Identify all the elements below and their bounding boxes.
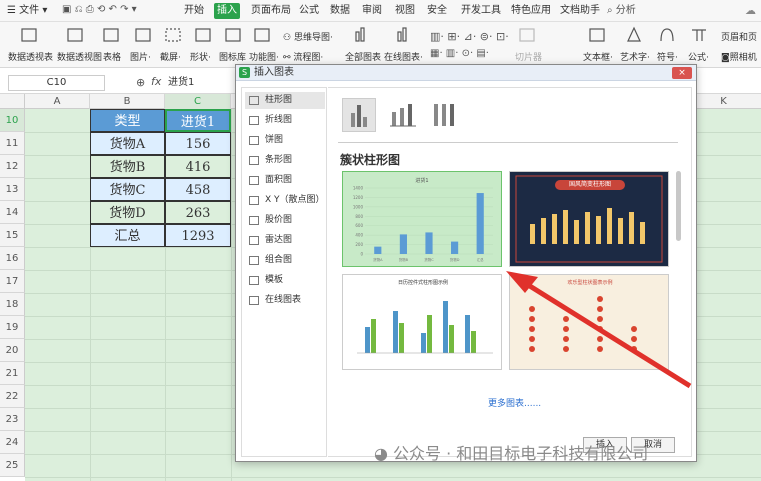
wechat-icon: ◕ [374, 444, 394, 463]
red-arrow-annotation [506, 271, 692, 389]
watermark: ◕ 公众号 · 和田目标电子科技有限公司 [374, 444, 649, 463]
